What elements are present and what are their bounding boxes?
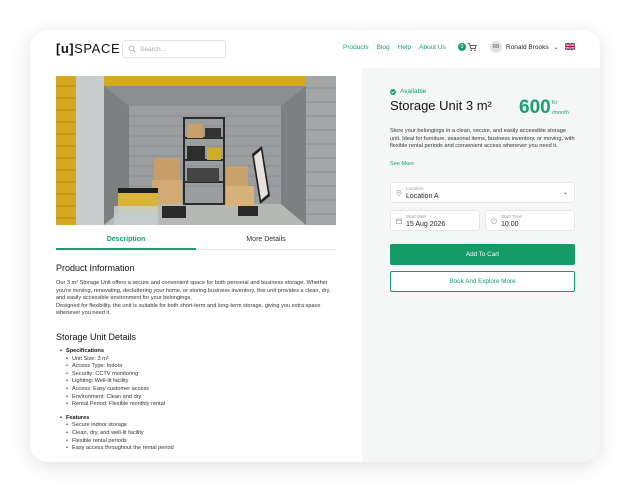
- list-item: Flexible rental periods: [60, 438, 174, 446]
- logo-bracket: [u]: [56, 41, 75, 56]
- specifications-label: Specifications: [60, 348, 174, 356]
- product-info-paragraph: Our 3 m² Storage Unit offers a secure an…: [56, 280, 338, 318]
- price-value: 600: [519, 97, 551, 118]
- price-currency: Kr: [552, 100, 558, 106]
- search-icon: [128, 45, 136, 53]
- user-menu[interactable]: RB Ronald Brooks ⌄: [490, 41, 559, 53]
- start-date-label: Start date: [406, 214, 426, 219]
- add-to-cart-button[interactable]: Add To Cart: [390, 244, 575, 265]
- product-title: Storage Unit 3 m²: [390, 98, 492, 113]
- product-image: [56, 76, 336, 225]
- product-info-heading: Product Information: [56, 263, 135, 273]
- calendar-icon: [396, 218, 402, 224]
- product-info-text-2: Designed for flexibility, the unit is su…: [56, 302, 321, 317]
- see-more-link[interactable]: See More: [390, 161, 414, 167]
- clock-icon: [491, 218, 497, 224]
- location-pin-icon: [396, 190, 402, 196]
- product-tabs: Description More Details: [56, 230, 336, 250]
- list-item: Clean, dry, and well-lit facility: [60, 430, 174, 438]
- search-input[interactable]: [140, 45, 225, 53]
- active-tab-indicator: [56, 248, 196, 250]
- check-circle-icon: [390, 88, 396, 95]
- main-nav: Products Blog Help About Us: [343, 44, 446, 51]
- cart-button[interactable]: 0: [458, 42, 477, 52]
- avatar: RB: [490, 41, 502, 53]
- chevron-down-icon: ⌄: [562, 190, 568, 196]
- location-label: Location: [406, 186, 424, 191]
- nav-about-us[interactable]: About Us: [419, 44, 446, 51]
- start-date-field[interactable]: Start date 15 Aug 2026: [390, 210, 480, 231]
- book-explore-button[interactable]: Book And Explore More: [390, 271, 575, 292]
- top-header: [u]SPACE Products Blog Help About Us 0 R…: [30, 30, 600, 68]
- logo-text: SPACE: [74, 41, 121, 56]
- list-item: Rental Period: Flexible monthly rental: [60, 401, 174, 409]
- start-time-field[interactable]: Start Time 10:00: [485, 210, 575, 231]
- user-name: Ronald Brooks: [506, 43, 549, 51]
- nav-products[interactable]: Products: [343, 44, 369, 51]
- search-box[interactable]: [122, 40, 226, 58]
- price-period: /month: [552, 110, 569, 116]
- start-time-label: Start Time: [501, 214, 522, 219]
- nav-blog[interactable]: Blog: [377, 44, 390, 51]
- chevron-down-icon: ⌄: [553, 44, 559, 51]
- list-item: Secure indoor storage: [60, 422, 174, 430]
- cart-count-badge: 0: [458, 43, 466, 51]
- list-item: Security: CCTV monitoring: [60, 371, 174, 379]
- cart-icon: [467, 43, 477, 52]
- tab-more-details[interactable]: More Details: [196, 236, 336, 243]
- start-time-value: 10:00: [501, 221, 519, 228]
- nav-help[interactable]: Help: [398, 44, 411, 51]
- product-summary: Store your belongings in a clean, secure…: [390, 128, 575, 150]
- list-item: Environment: Clean and dry: [60, 394, 174, 402]
- start-date-value: 15 Aug 2026: [406, 221, 446, 228]
- tab-description[interactable]: Description: [56, 236, 196, 243]
- product-info-text: Our 3 m² Storage Unit offers a secure an…: [56, 280, 331, 302]
- app-frame: [u]SPACE Products Blog Help About Us 0 R…: [30, 30, 600, 462]
- status-badge: Available: [390, 88, 426, 95]
- location-value: Location A: [406, 193, 439, 200]
- logo[interactable]: [u]SPACE: [56, 41, 120, 56]
- location-select[interactable]: Location Location A ⌄: [390, 182, 575, 203]
- specifications-list: Specifications Unit Size: 3 m² Access Ty…: [60, 348, 174, 453]
- list-item: Unit Size: 3 m²: [60, 356, 174, 364]
- features-label: Features: [60, 415, 174, 423]
- storage-details-heading: Storage Unit Details: [56, 332, 137, 342]
- list-item: Access Type: Indoor: [60, 363, 174, 371]
- list-item: Easy access throughout the rental period: [60, 445, 174, 453]
- list-item: Access: Easy customer access: [60, 386, 174, 394]
- uk-flag-icon[interactable]: [565, 43, 575, 50]
- list-item: Lighting: Well-lit facility: [60, 378, 174, 386]
- status-text: Available: [400, 88, 427, 95]
